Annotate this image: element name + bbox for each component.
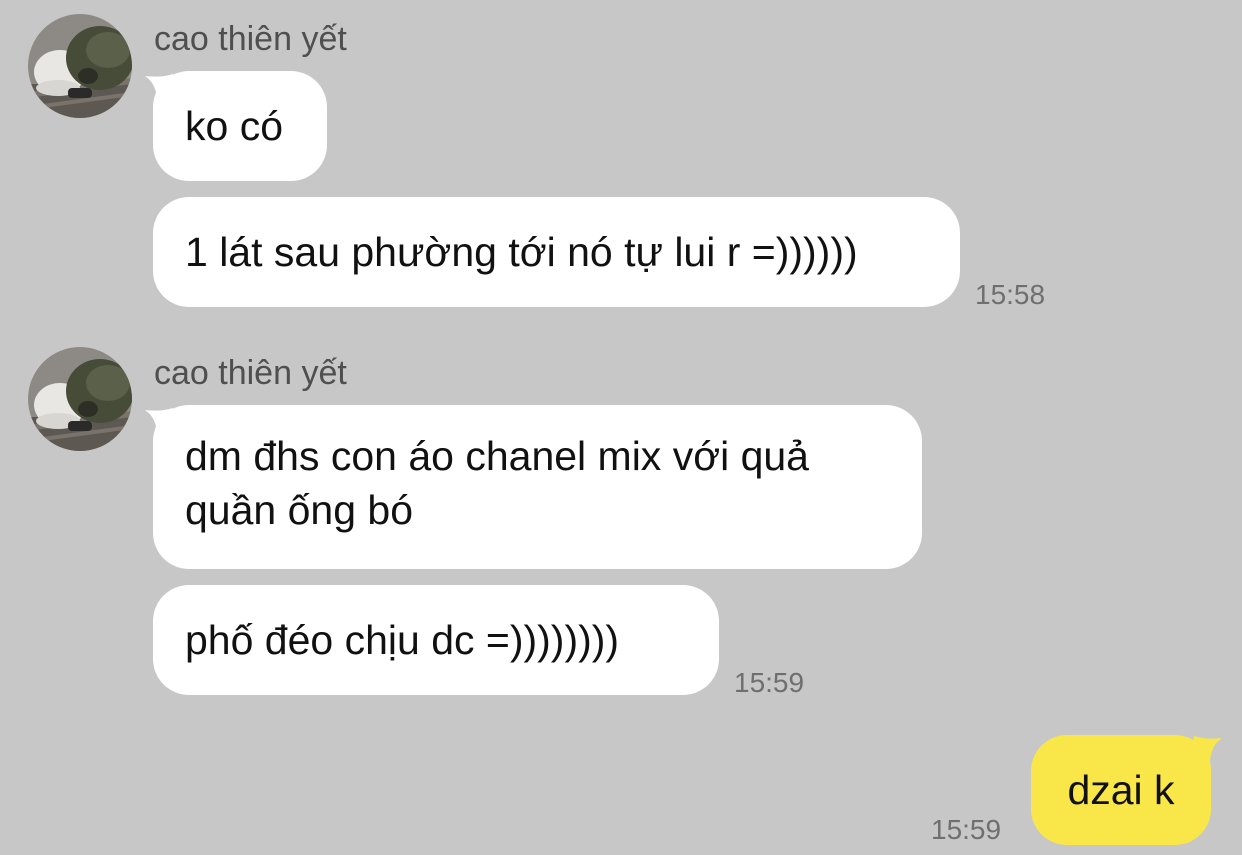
sender-avatar[interactable] (28, 14, 132, 118)
outgoing-message[interactable]: dzai k (1031, 735, 1211, 845)
message-timestamp: 15:59 (734, 667, 805, 698)
incoming-message[interactable]: 1 lát sau phường tới nó tự lui r =)))))) (153, 197, 960, 307)
incoming-message[interactable]: dm đhs con áo chanel mix với quả quần ốn… (153, 405, 922, 569)
sender-name: cao thiên yết (154, 354, 347, 392)
message-text: phố đéo chịu dc =)))))))) (185, 617, 620, 663)
avatar-photo-icon (28, 14, 132, 118)
sender-avatar[interactable] (28, 347, 132, 451)
avatar-photo-icon (28, 347, 132, 451)
incoming-message[interactable]: ko có (153, 71, 327, 181)
message-text: dzai k (1067, 767, 1175, 813)
message-timestamp: 15:59 (931, 814, 1002, 845)
incoming-message[interactable]: phố đéo chịu dc =)))))))) (153, 585, 719, 695)
sender-name: cao thiên yết (154, 20, 347, 58)
message-text: 1 lát sau phường tới nó tự lui r =)))))) (185, 229, 858, 275)
message-text: ko có (185, 103, 283, 149)
message-text: dm đhs con áo chanel mix với quả quần ốn… (185, 433, 809, 533)
message-timestamp: 15:58 (975, 279, 1046, 310)
